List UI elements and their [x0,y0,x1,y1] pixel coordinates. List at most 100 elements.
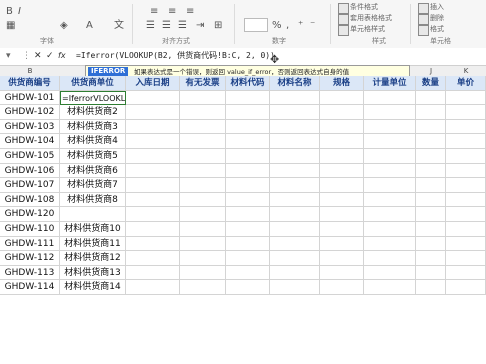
table-cell[interactable] [446,163,486,179]
supplier-code-cell[interactable]: GHDW-114 [0,280,60,295]
table-cell[interactable] [226,251,270,266]
table-cell[interactable] [126,119,180,135]
supplier-unit-cell[interactable]: 材料供货商14 [60,280,126,295]
table-cell[interactable] [180,251,226,266]
name-box-dropdown-icon[interactable]: ▾ [6,50,11,62]
table-cell[interactable] [416,192,446,208]
border-icon[interactable]: ▦ [6,20,15,32]
supplier-code-cell[interactable]: GHDW-112 [0,251,60,266]
table-cell[interactable] [364,251,416,266]
cell-style-icon[interactable] [338,25,349,36]
table-cell[interactable] [270,178,320,193]
table-cell[interactable] [226,178,270,193]
supplier-code-cell[interactable]: GHDW-104 [0,134,60,149]
table-cell[interactable] [446,178,486,193]
table-cell[interactable] [270,265,320,281]
supplier-unit-cell[interactable]: 材料供货商8 [60,192,126,208]
delete-icon[interactable] [418,14,429,25]
table-cell[interactable] [126,207,180,222]
align-right-icon[interactable]: ☰ [178,20,187,32]
table-cell[interactable] [446,236,486,252]
table-cell[interactable] [364,222,416,237]
table-cell[interactable] [180,119,226,135]
table-cell[interactable] [126,265,180,281]
table-cell[interactable] [320,90,364,106]
table-cell[interactable] [416,265,446,281]
table-cell[interactable] [226,134,270,149]
supplier-code-cell[interactable]: GHDW-111 [0,236,60,252]
align-left-icon[interactable]: ☰ [146,20,155,32]
supplier-unit-cell[interactable]: 材料供货商11 [60,236,126,252]
table-header-cell[interactable]: 数量 [416,76,446,91]
table-cell[interactable] [416,236,446,252]
table-cell[interactable] [126,149,180,164]
table-cell[interactable] [126,163,180,179]
table-header-cell[interactable]: 入库日期 [126,76,180,91]
insert-icon[interactable] [418,3,429,14]
table-cell[interactable] [126,178,180,193]
table-header-cell[interactable]: 材料代码 [226,76,270,91]
table-cell[interactable] [126,236,180,252]
table-header-cell[interactable]: 材料名称 [270,76,320,91]
supplier-unit-cell[interactable]: 材料供货商2 [60,105,126,120]
table-cell[interactable] [320,236,364,252]
table-cell[interactable] [364,105,416,120]
supplier-code-cell[interactable]: GHDW-102 [0,105,60,120]
font-color-icon[interactable]: A [86,20,93,32]
table-cell[interactable] [126,105,180,120]
column-header[interactable]: K [446,66,486,76]
table-cell[interactable] [446,222,486,237]
table-cell[interactable] [446,149,486,164]
percent-icon[interactable]: % [272,20,282,32]
table-cell[interactable] [320,265,364,281]
table-cell[interactable] [270,251,320,266]
table-cell[interactable] [226,280,270,295]
table-cell[interactable] [416,149,446,164]
supplier-code-cell[interactable]: GHDW-107 [0,178,60,193]
italic-icon[interactable]: I [18,6,21,18]
table-cell[interactable] [446,105,486,120]
table-cell[interactable] [416,134,446,149]
supplier-code-cell[interactable]: GHDW-103 [0,119,60,135]
supplier-code-cell[interactable]: GHDW-113 [0,265,60,281]
supplier-unit-cell[interactable]: 材料供货商5 [60,149,126,164]
table-cell[interactable] [270,105,320,120]
table-cell[interactable] [226,236,270,252]
fill-color-icon[interactable]: ◈ [60,20,68,32]
table-cell[interactable] [180,280,226,295]
table-cell[interactable] [180,90,226,106]
table-cell[interactable] [226,222,270,237]
table-cell[interactable] [416,105,446,120]
table-cell[interactable] [320,192,364,208]
supplier-unit-cell[interactable]: 材料供货商13 [60,265,126,281]
table-cell[interactable] [126,251,180,266]
table-cell[interactable] [416,251,446,266]
table-cell[interactable] [364,207,416,222]
table-cell[interactable] [320,119,364,135]
table-cell[interactable] [126,192,180,208]
table-format-button[interactable]: 套用表格格式 [350,13,392,23]
table-header-cell[interactable]: 计量单位 [364,76,416,91]
table-header-cell[interactable]: 有无发票 [180,76,226,91]
supplier-unit-cell[interactable] [60,207,126,222]
table-cell[interactable] [180,105,226,120]
table-cell[interactable] [446,119,486,135]
align-middle-icon[interactable]: ≡ [168,6,176,18]
table-cell[interactable] [270,134,320,149]
table-cell[interactable] [416,90,446,106]
table-cell[interactable] [446,251,486,266]
decrease-decimal-icon[interactable]: ⁻ [310,20,315,32]
table-cell[interactable] [180,134,226,149]
insert-function-icon[interactable]: fx [58,50,66,62]
table-cell[interactable] [416,119,446,135]
column-header[interactable]: J [416,66,446,76]
table-cell[interactable] [364,119,416,135]
table-header-cell[interactable]: 供货商编号 [0,76,60,91]
table-cell[interactable] [320,251,364,266]
table-cell[interactable] [416,280,446,295]
table-cell[interactable] [270,280,320,295]
table-format-icon[interactable] [338,14,349,25]
indent-icon[interactable]: ⇥ [196,20,204,32]
align-center-icon[interactable]: ☰ [162,20,171,32]
number-format-dropdown[interactable] [244,18,268,32]
